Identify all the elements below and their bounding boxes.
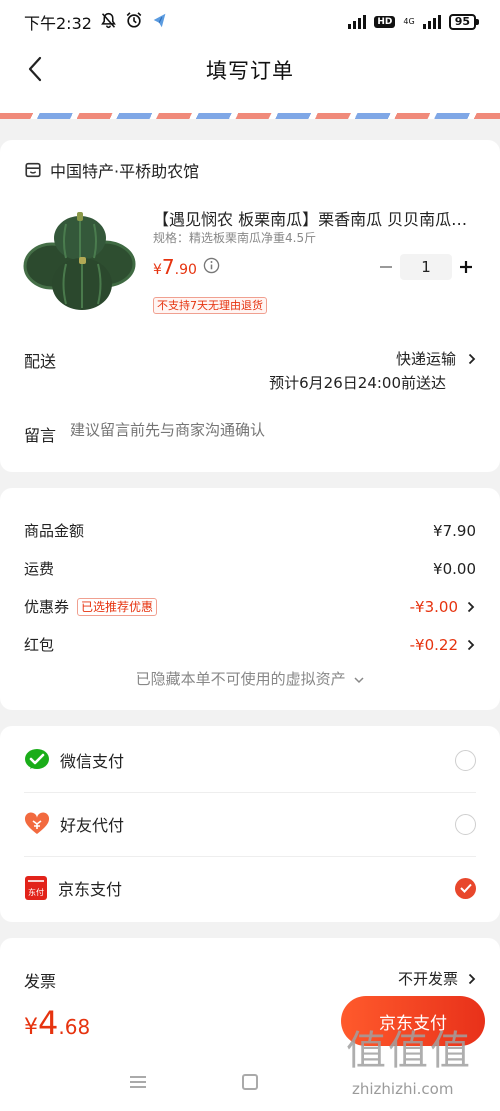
- minus-icon: [380, 266, 392, 268]
- signal-icon-2: [422, 15, 441, 29]
- goods-amount-label: 商品金额: [24, 522, 85, 540]
- red-packet-row[interactable]: 红包 -¥0.22: [24, 634, 476, 655]
- note-input[interactable]: [70, 422, 470, 439]
- red-packet-value: -¥0.22: [409, 635, 458, 654]
- shipping-value: ¥0.00: [433, 559, 476, 578]
- note-label: 留言: [24, 426, 57, 445]
- total-currency: ¥: [24, 1015, 38, 1040]
- signal-icon: [348, 15, 367, 29]
- pay-option-friend[interactable]: 好友代付: [0, 792, 500, 856]
- shipping-row: 运费 ¥0.00: [24, 558, 476, 579]
- pay-option-jd[interactable]: 东付 京东支付: [0, 856, 500, 920]
- pay-option-label: 微信支付: [60, 752, 125, 771]
- menu-icon[interactable]: [130, 1076, 146, 1088]
- payment-card: 微信支付 好友代付 东付 京东支付: [0, 726, 500, 922]
- plus-icon: [460, 261, 472, 273]
- radio-button[interactable]: [455, 813, 476, 835]
- delivery-method: 快递运输: [395, 350, 456, 368]
- invoice-value: 不开发票: [397, 970, 458, 988]
- order-card: 中国特产·平桥助农馆 【遇见悯农 板栗南瓜】栗香南瓜 贝贝南瓜… 规格：精选板栗…: [0, 140, 500, 472]
- no-return-badge: 不支持7天无理由退货: [153, 297, 267, 314]
- network-type: 4G: [403, 17, 415, 26]
- invoice-selector[interactable]: 不开发票: [398, 968, 476, 989]
- app-notification-icon: [151, 11, 169, 33]
- pay-option-label: 京东支付: [58, 880, 123, 899]
- hidden-assets-text: 已隐藏本单不可使用的虚拟资产: [135, 670, 346, 688]
- goods-amount-row: 商品金额 ¥7.90: [24, 520, 476, 541]
- check-icon: [459, 883, 472, 893]
- pay-option-label: 好友代付: [60, 816, 125, 835]
- coupon-value: -¥3.00: [409, 597, 458, 616]
- increase-button[interactable]: [452, 255, 480, 279]
- product-image[interactable]: [22, 202, 138, 318]
- info-icon[interactable]: [203, 257, 220, 278]
- total-price: ¥ 4 .68: [24, 1004, 90, 1042]
- price-integer: 7: [161, 255, 175, 279]
- back-button[interactable]: [20, 54, 50, 84]
- bell-off-icon: [100, 12, 117, 33]
- price-decimal: .90: [174, 262, 197, 278]
- alarm-icon: [125, 11, 143, 33]
- page-title: 填写订单: [206, 59, 294, 83]
- quantity-stepper: 1: [372, 254, 480, 280]
- chevron-left-icon: [28, 56, 42, 82]
- product-price: ¥ 7 .90: [153, 255, 197, 279]
- decrease-button[interactable]: [372, 255, 400, 279]
- radio-button[interactable]: [455, 749, 476, 771]
- wechat-pay-icon: [25, 749, 49, 769]
- status-bar: 下午2:32 HD 4G 95: [0, 0, 500, 44]
- coupon-tag: 已选推荐优惠: [77, 597, 158, 616]
- shop-name: 中国特产·平桥助农馆: [50, 162, 200, 181]
- product-name[interactable]: 【遇见悯农 板栗南瓜】栗香南瓜 贝贝南瓜…: [153, 206, 479, 230]
- red-packet-label: 红包: [24, 636, 55, 654]
- quantity-value[interactable]: 1: [400, 254, 452, 280]
- store-icon: [25, 162, 41, 178]
- chevron-right-icon: [468, 973, 476, 984]
- delivery-eta: 预计6月26日24:00前送达: [269, 374, 446, 392]
- total-integer: 4: [38, 1004, 59, 1042]
- product-spec: 规格：精选板栗南瓜净重4.5斤: [153, 231, 317, 245]
- hd-icon: HD: [374, 16, 396, 28]
- chevron-right-icon: [468, 353, 476, 364]
- radio-button-selected[interactable]: [455, 877, 476, 899]
- watermark-glyphs: 值值值: [346, 1028, 472, 1074]
- chevron-right-icon: [467, 601, 475, 612]
- hidden-assets-toggle[interactable]: 已隐藏本单不可使用的虚拟资产: [0, 668, 500, 689]
- status-time: 下午2:32: [24, 14, 92, 33]
- nav-bar: 填写订单: [0, 44, 500, 96]
- jd-pay-icon: 东付: [25, 876, 47, 900]
- jd-icon-text: 东付: [28, 887, 44, 897]
- coupon-row[interactable]: 优惠券 已选推荐优惠 -¥3.00: [24, 596, 476, 617]
- shipping-label: 运费: [24, 560, 55, 578]
- battery-icon: 95: [448, 14, 480, 30]
- pay-option-wechat[interactable]: 微信支付: [0, 728, 500, 792]
- price-currency: ¥: [153, 262, 162, 278]
- price-summary-card: 商品金额 ¥7.90 运费 ¥0.00 优惠券 已选推荐优惠 -¥3.00 红包…: [0, 488, 500, 710]
- watermark: 值值值 zhizhizhi.com: [346, 1010, 496, 1106]
- watermark-url: zhizhizhi.com: [352, 1080, 454, 1098]
- chevron-right-icon: [467, 639, 475, 650]
- invoice-label: 发票: [24, 972, 57, 991]
- delivery-label: 配送: [24, 352, 57, 371]
- chevron-down-icon: [354, 677, 364, 684]
- home-icon[interactable]: [242, 1074, 258, 1090]
- goods-amount-value: ¥7.90: [433, 521, 476, 540]
- envelope-border: [0, 113, 500, 119]
- shop-header[interactable]: 中国特产·平桥助农馆: [24, 158, 199, 182]
- total-decimal: .68: [58, 1015, 91, 1039]
- coupon-label: 优惠券: [24, 598, 70, 616]
- delivery-method-row[interactable]: 快递运输: [396, 348, 476, 369]
- friend-pay-icon: [24, 812, 50, 834]
